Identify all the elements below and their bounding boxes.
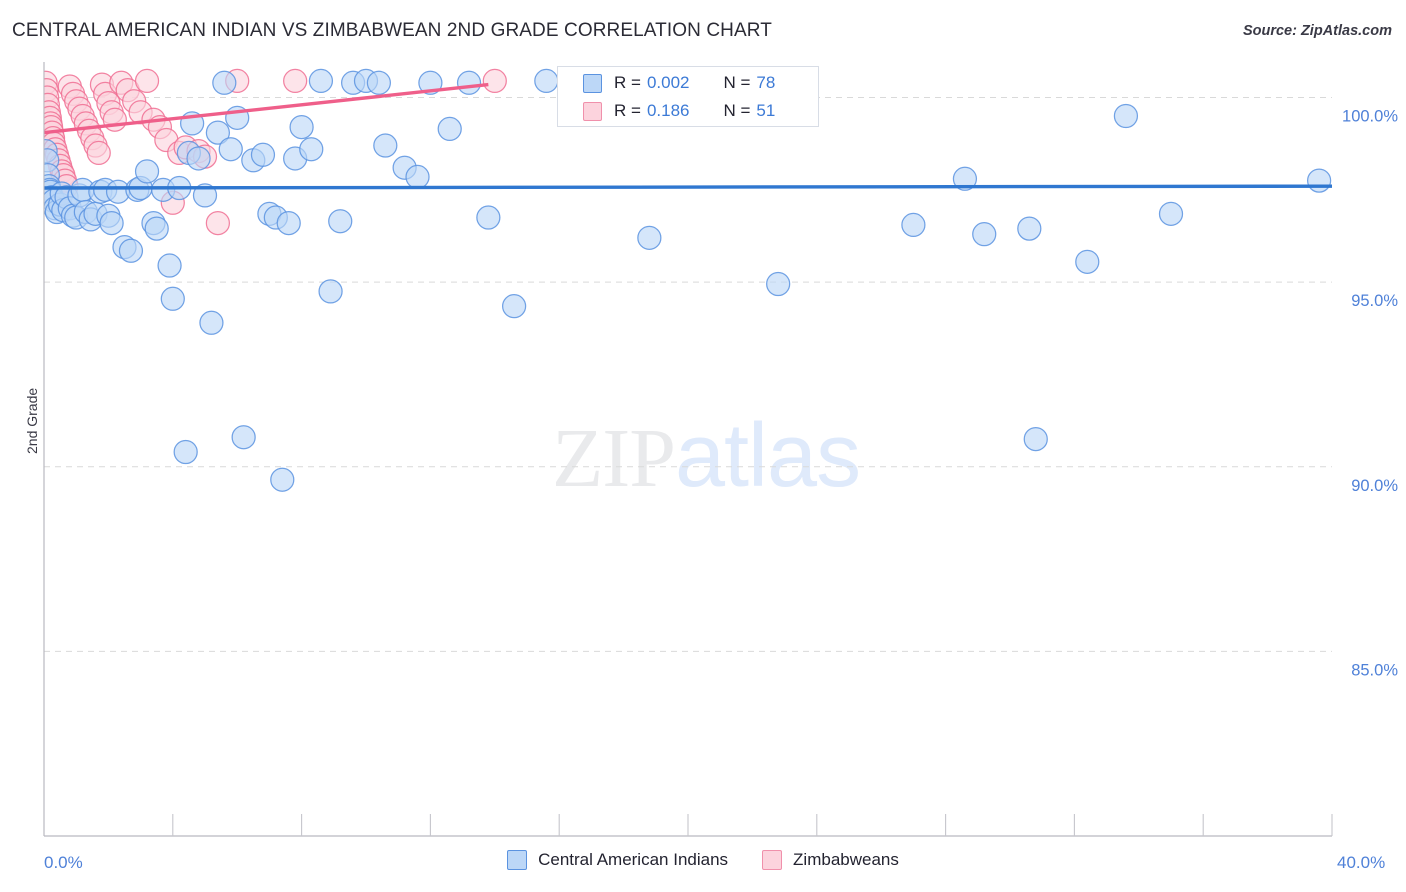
data-point <box>102 107 127 132</box>
data-point <box>766 271 791 297</box>
legend-label-zimbabweans: Zimbabweans <box>793 850 899 869</box>
data-point <box>157 253 182 278</box>
n-label-1: N = <box>723 101 751 120</box>
data-point <box>328 209 353 234</box>
y-axis-tick-label: 95.0% <box>1351 292 1398 310</box>
data-point <box>276 210 301 236</box>
data-point <box>501 294 527 319</box>
trendline-central-american-indians <box>44 184 1333 190</box>
data-point <box>366 70 392 95</box>
data-point <box>212 70 237 95</box>
y-axis-tick-label: 85.0% <box>1351 661 1398 679</box>
data-point <box>534 68 559 94</box>
legend-color-swatch-pink <box>762 850 783 870</box>
legend-item-zimbabweans[interactable]: Zimbabweans <box>762 850 899 870</box>
n-value-1: 51 <box>756 101 776 120</box>
legend-color-swatch-blue <box>507 850 528 870</box>
r-value-0: 0.002 <box>646 73 690 92</box>
scatter-plot-canvas: 100.0% 95.0% 90.0% 85.0% <box>43 62 1398 837</box>
data-point <box>283 68 308 94</box>
data-point <box>99 210 124 236</box>
data-point <box>270 467 295 492</box>
data-point <box>231 425 256 450</box>
data-layer <box>44 68 1333 492</box>
legend-label-central-american-indians: Central American Indians <box>538 850 729 869</box>
data-point <box>1023 426 1048 452</box>
data-point <box>118 238 144 263</box>
stats-row-central-american-indians: R = 0.002 N = 78 <box>558 69 818 97</box>
data-point <box>308 68 334 94</box>
data-point <box>437 116 462 142</box>
n-label-0: N = <box>723 73 751 92</box>
data-point <box>456 70 482 95</box>
r-value-1: 0.186 <box>646 101 690 120</box>
data-point <box>173 439 198 465</box>
stats-row-zimbabweans: R = 0.186 N = 51 <box>558 97 818 125</box>
y-axis-tick-label: 100.0% <box>1342 108 1398 126</box>
data-point <box>144 216 169 241</box>
data-point <box>972 222 997 247</box>
series-legend: Central American Indians Zimbabweans <box>0 850 1406 870</box>
data-point <box>373 133 398 158</box>
data-point <box>250 142 276 167</box>
legend-item-central-american-indians[interactable]: Central American Indians <box>507 850 728 870</box>
data-point <box>86 140 111 166</box>
data-point <box>318 279 343 304</box>
data-point <box>134 159 160 184</box>
series-points-central-american-indians <box>44 68 1332 492</box>
data-point <box>160 286 185 311</box>
data-point <box>1158 201 1184 226</box>
data-point <box>1306 168 1332 193</box>
data-point <box>476 205 501 230</box>
data-point <box>1075 249 1100 274</box>
data-point <box>637 225 662 250</box>
data-point <box>405 164 430 190</box>
data-point <box>205 210 231 236</box>
data-point <box>482 68 507 94</box>
data-point <box>186 146 211 171</box>
data-point <box>1113 103 1139 129</box>
legend-swatch-zimbabweans <box>583 101 602 121</box>
y-axis-tick-label: 90.0% <box>1351 477 1398 495</box>
data-point <box>199 310 224 335</box>
n-value-0: 78 <box>756 73 776 92</box>
data-point <box>1017 216 1042 241</box>
data-point <box>299 137 324 162</box>
correlation-stats-legend: R = 0.002 N = 78 R = 0.186 N = 51 <box>557 66 819 127</box>
data-point <box>134 68 160 94</box>
data-point <box>901 212 926 238</box>
data-point <box>218 137 243 162</box>
r-label-1: R = <box>614 101 641 120</box>
data-point <box>289 114 314 140</box>
legend-swatch-central-american-indians <box>583 73 602 93</box>
r-label-0: R = <box>614 73 641 92</box>
